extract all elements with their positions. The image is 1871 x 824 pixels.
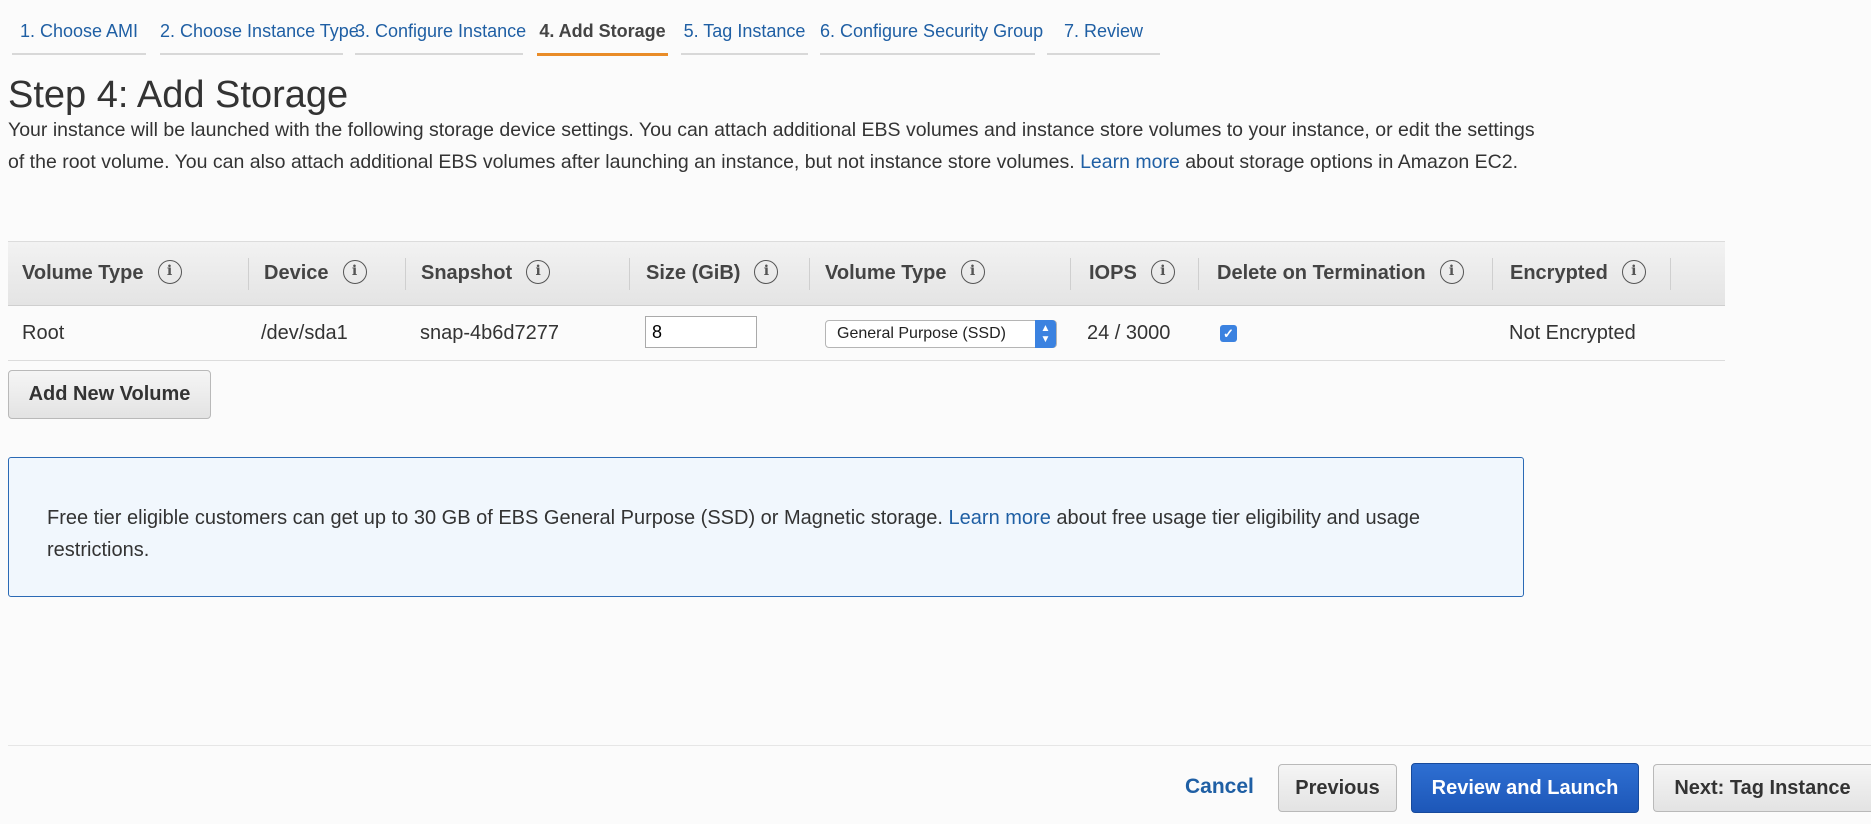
header-label: Volume Type [825,262,947,284]
tab-configure-security-group[interactable]: 6. Configure Security Group [820,0,1043,55]
cell-encrypted: Not Encrypted [1509,322,1636,344]
select-arrows-icon: ▲ ▼ [1035,320,1056,348]
info-icon[interactable]: i [526,259,551,284]
table-header: Volume Type i Device i Snapshot i Size (GiB… [8,241,1725,306]
header-label: IOPS [1089,262,1137,284]
tab-review[interactable]: 7. Review [1047,0,1160,55]
header-ebs-volume-type: Volume Type i [825,242,985,305]
header-delete-on-termination: Delete on Termination i [1217,242,1464,305]
info-icon[interactable]: i [342,259,367,284]
header-divider [1670,258,1671,290]
previous-button[interactable]: Previous [1278,764,1397,812]
add-new-volume-button[interactable]: Add New Volume [8,370,211,419]
header-divider [405,258,406,290]
info-icon[interactable]: i [1621,259,1646,284]
free-tier-notice: Free tier eligible customers can get up … [8,457,1524,597]
next-tag-instance-button[interactable]: Next: Tag Instance [1653,764,1871,812]
page-description: Your instance will be launched with the … [8,115,1538,178]
header-size: Size (GiB) i [646,242,779,305]
cell-volume-type: Root [22,322,65,344]
description-text-end: about storage options in Amazon EC2. [1179,150,1519,173]
header-encrypted: Encrypted i [1510,242,1646,305]
header-divider [1070,258,1071,290]
header-label: Encrypted [1510,262,1608,284]
notice-learn-more-link[interactable]: Learn more [949,507,1051,529]
notice-text-start: Free tier eligible customers can get up … [47,507,949,529]
info-icon[interactable]: i [157,259,182,284]
info-icon[interactable]: i [1150,259,1175,284]
header-divider [1492,258,1493,290]
header-label: Size (GiB) [646,262,741,284]
learn-more-link[interactable]: Learn more [1080,151,1180,173]
header-snapshot: Snapshot i [421,242,551,305]
header-iops: IOPS i [1089,242,1175,305]
tab-configure-instance[interactable]: 3. Configure Instance [355,0,526,55]
cell-iops: 24 / 3000 [1087,322,1171,344]
tab-choose-ami[interactable]: 1. Choose AMI [12,0,146,55]
tab-add-storage[interactable]: 4. Add Storage [537,0,668,56]
tab-choose-instance-type[interactable]: 2. Choose Instance Type [160,0,359,55]
header-label: Volume Type [22,262,144,284]
header-divider [248,258,249,290]
header-divider [809,258,810,290]
header-label: Delete on Termination [1217,262,1426,284]
cell-snapshot: snap-4b6d7277 [420,322,560,344]
header-label: Snapshot [421,262,513,284]
volume-type-selected: General Purpose (SSD) [837,325,1006,342]
page-title: Step 4: Add Storage [8,74,349,116]
tab-tag-instance[interactable]: 5. Tag Instance [681,0,808,55]
header-device: Device i [264,242,367,305]
footer-divider [8,745,1871,746]
checkmark-icon: ✓ [1223,326,1234,341]
cell-device: /dev/sda1 [261,322,348,344]
review-and-launch-button[interactable]: Review and Launch [1411,763,1639,813]
info-icon[interactable]: i [754,259,779,284]
header-divider [629,258,630,290]
header-divider [1198,258,1199,290]
header-label: Device [264,262,329,284]
delete-on-termination-checkbox[interactable]: ✓ [1220,325,1237,342]
header-volume-type: Volume Type i [22,242,182,305]
cancel-link[interactable]: Cancel [1185,772,1254,802]
size-input[interactable] [645,316,757,348]
info-icon[interactable]: i [1439,259,1464,284]
notice-text: Free tier eligible customers can get up … [47,502,1447,566]
volume-type-select[interactable]: General Purpose (SSD) ▲ ▼ [825,320,1057,348]
storage-table: Volume Type i Device i Snapshot i Size (GiB… [8,241,1725,361]
table-row: Root /dev/sda1 snap-4b6d7277 General Pur… [8,306,1725,361]
info-icon[interactable]: i [960,259,985,284]
